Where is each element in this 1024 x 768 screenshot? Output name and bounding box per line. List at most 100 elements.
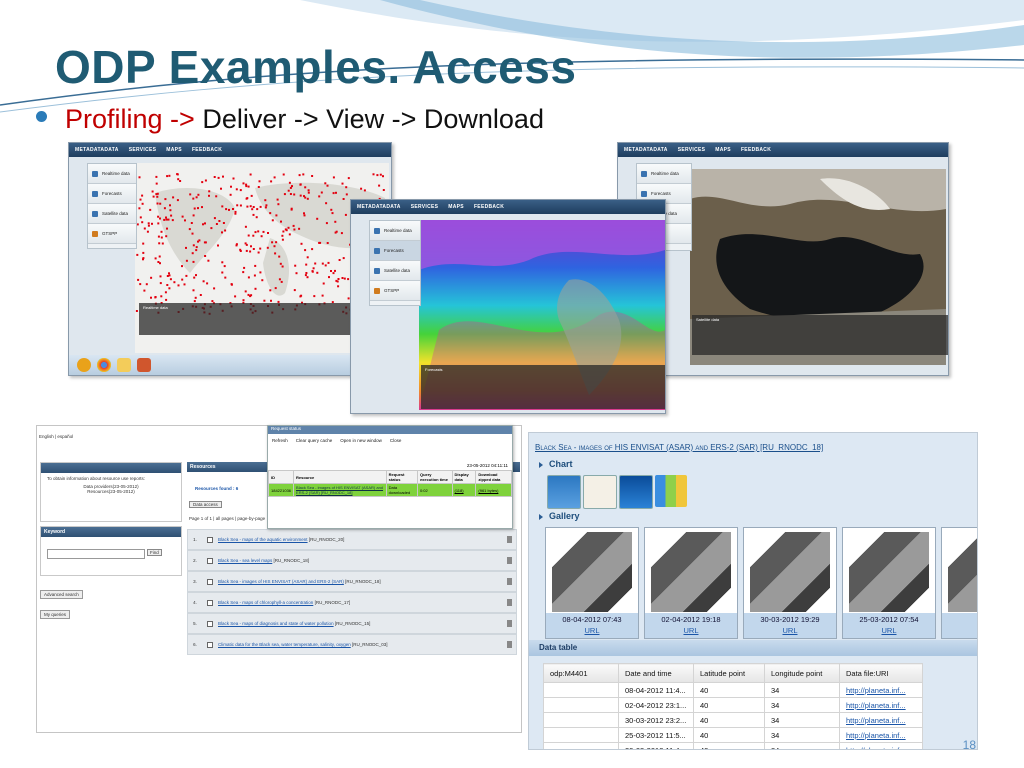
realtime-station-marker[interactable]	[202, 223, 204, 226]
thumb-url-link[interactable]: URL	[942, 625, 977, 636]
realtime-station-marker[interactable]	[273, 245, 276, 248]
realtime-station-marker[interactable]	[244, 242, 247, 245]
realtime-station-marker[interactable]	[165, 218, 168, 221]
realtime-station-marker[interactable]	[264, 199, 267, 202]
realtime-station-marker[interactable]	[166, 284, 169, 286]
resource-checkbox[interactable]	[207, 620, 213, 627]
realtime-station-marker[interactable]	[291, 185, 293, 188]
realtime-station-marker[interactable]	[224, 276, 227, 279]
find-button[interactable]: Find	[147, 549, 162, 556]
realtime-station-marker[interactable]	[147, 222, 150, 225]
realtime-station-marker[interactable]	[262, 230, 265, 233]
realtime-station-marker[interactable]	[155, 193, 158, 196]
realtime-station-marker[interactable]	[255, 216, 258, 219]
realtime-station-marker[interactable]	[278, 278, 281, 281]
realtime-station-marker[interactable]	[222, 175, 224, 178]
cell-uri-link[interactable]: http://planeta.inf...	[839, 727, 923, 743]
wave-chart-icon[interactable]	[619, 475, 653, 509]
realtime-station-marker[interactable]	[321, 294, 324, 297]
app-icon[interactable]	[137, 358, 151, 372]
realtime-station-marker[interactable]	[208, 194, 210, 197]
realtime-station-marker[interactable]	[152, 195, 155, 198]
realtime-station-marker[interactable]	[307, 191, 310, 194]
realtime-station-marker[interactable]	[192, 197, 195, 200]
realtime-station-marker[interactable]	[197, 207, 199, 210]
realtime-station-marker[interactable]	[246, 205, 249, 208]
realtime-station-marker[interactable]	[311, 270, 314, 273]
thumb-url-link[interactable]: URL	[744, 625, 836, 636]
thumb-url-link[interactable]: URL	[843, 625, 935, 636]
realtime-station-marker[interactable]	[179, 180, 182, 182]
realtime-station-marker[interactable]	[195, 249, 198, 252]
realtime-station-marker[interactable]	[190, 222, 193, 224]
realtime-station-marker[interactable]	[250, 245, 252, 248]
realtime-station-marker[interactable]	[235, 243, 238, 246]
realtime-station-marker[interactable]	[270, 299, 272, 302]
realtime-station-marker[interactable]	[141, 221, 144, 224]
realtime-station-marker[interactable]	[168, 287, 171, 290]
realtime-station-marker[interactable]	[169, 204, 171, 207]
realtime-station-marker[interactable]	[247, 293, 250, 296]
gallery-section[interactable]: Gallery	[539, 511, 580, 521]
gallery-thumb[interactable]: 08-04-2012 07:43 URL	[545, 527, 639, 639]
realtime-station-marker[interactable]	[278, 255, 281, 258]
realtime-station-marker[interactable]	[234, 295, 237, 298]
realtime-station-marker[interactable]	[316, 217, 319, 220]
sar-thumbnail-image[interactable]	[552, 532, 632, 612]
realtime-station-marker[interactable]	[213, 176, 216, 178]
realtime-station-marker[interactable]	[221, 231, 223, 234]
realtime-station-marker[interactable]	[172, 196, 175, 199]
nav-feedback[interactable]: FEEDBACK	[474, 204, 504, 210]
resource-checkbox[interactable]	[207, 599, 213, 606]
realtime-station-marker[interactable]	[250, 294, 253, 297]
realtime-station-marker[interactable]	[306, 197, 309, 200]
realtime-station-marker[interactable]	[256, 208, 259, 211]
realtime-station-marker[interactable]	[154, 257, 157, 260]
realtime-station-marker[interactable]	[160, 230, 163, 233]
col-lat[interactable]: Latitude point	[693, 663, 765, 683]
realtime-station-marker[interactable]	[203, 241, 206, 244]
cell-uri-link[interactable]: http://planeta.inf...	[839, 697, 923, 713]
realtime-station-marker[interactable]	[340, 232, 343, 235]
realtime-station-marker[interactable]	[254, 287, 257, 290]
resource-checkbox[interactable]	[207, 578, 213, 585]
realtime-station-marker[interactable]	[304, 249, 307, 252]
realtime-station-marker[interactable]	[146, 230, 149, 233]
realtime-station-marker[interactable]	[252, 213, 255, 216]
realtime-station-marker[interactable]	[259, 205, 262, 208]
realtime-station-marker[interactable]	[345, 186, 348, 189]
nav-feedback[interactable]: FEEDBACK	[741, 147, 771, 153]
nav-services[interactable]: SERVICES	[411, 204, 439, 210]
realtime-station-marker[interactable]	[194, 296, 197, 299]
realtime-station-marker[interactable]	[204, 222, 206, 225]
realtime-station-marker[interactable]	[215, 223, 218, 225]
realtime-station-marker[interactable]	[249, 250, 252, 253]
realtime-station-marker[interactable]	[177, 178, 180, 181]
realtime-station-marker[interactable]	[330, 270, 332, 272]
realtime-station-marker[interactable]	[167, 218, 170, 221]
realtime-station-marker[interactable]	[188, 228, 191, 231]
realtime-station-marker[interactable]	[157, 261, 160, 263]
realtime-station-marker[interactable]	[169, 278, 172, 281]
start-icon[interactable]	[77, 358, 91, 372]
realtime-station-marker[interactable]	[195, 246, 198, 249]
realtime-station-marker[interactable]	[252, 248, 255, 250]
realtime-station-marker[interactable]	[223, 265, 226, 268]
realtime-station-marker[interactable]	[171, 219, 174, 222]
table-row[interactable]: 02-04-2012 23:1... 40 34 http://planeta.inf…	[543, 697, 923, 713]
realtime-station-marker[interactable]	[202, 280, 205, 283]
realtime-station-marker[interactable]	[243, 266, 246, 269]
realtime-station-marker[interactable]	[328, 276, 330, 279]
realtime-station-marker[interactable]	[138, 207, 141, 210]
realtime-station-marker[interactable]	[316, 271, 319, 274]
realtime-station-marker[interactable]	[270, 180, 273, 183]
realtime-station-marker[interactable]	[271, 241, 274, 244]
resource-action-icon[interactable]	[507, 578, 512, 585]
realtime-station-marker[interactable]	[298, 227, 301, 230]
realtime-station-marker[interactable]	[169, 209, 172, 212]
realtime-station-marker[interactable]	[199, 294, 202, 296]
realtime-station-marker[interactable]	[193, 276, 196, 279]
realtime-station-marker[interactable]	[239, 189, 242, 192]
realtime-station-marker[interactable]	[325, 202, 328, 205]
gallery-thumb[interactable]: 30-03-2012 19:29 URL	[743, 527, 837, 639]
